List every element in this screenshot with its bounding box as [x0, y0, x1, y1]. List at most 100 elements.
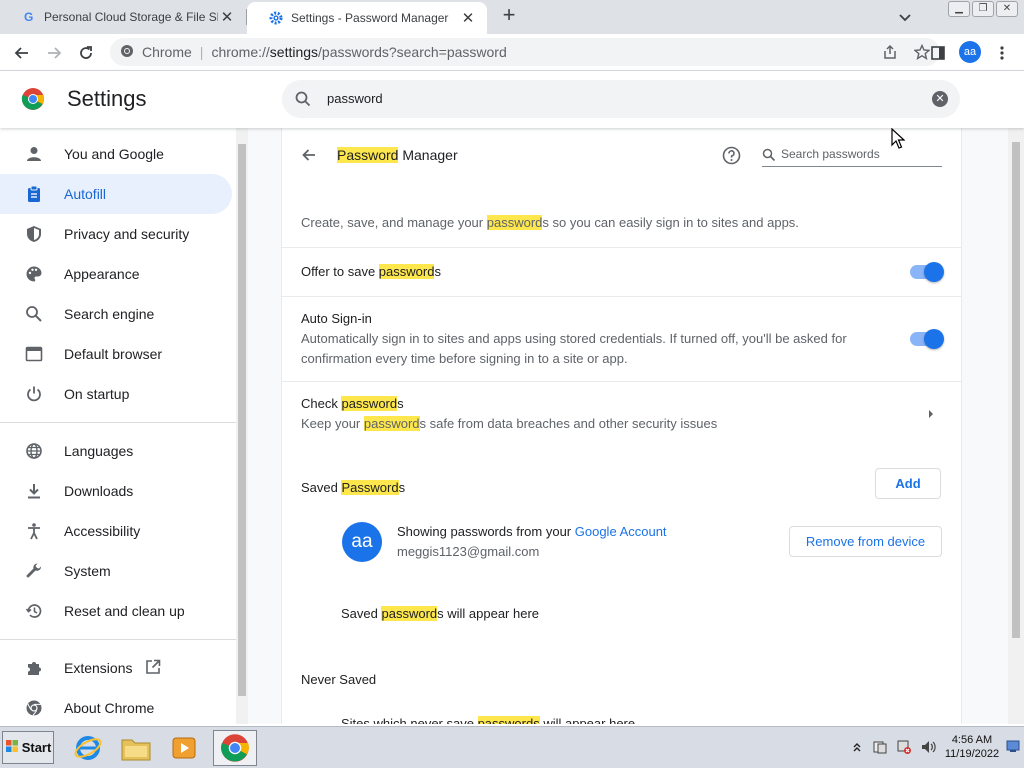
remove-from-device-button[interactable]: Remove from device	[789, 526, 942, 557]
check-passwords-desc: Keep your passwords safe from data breac…	[301, 416, 718, 431]
search-passwords-input[interactable]: Search passwords	[762, 145, 942, 167]
tab-settings[interactable]: Settings - Password Manager ✕	[247, 2, 487, 34]
sidebar-item-extensions[interactable]: Extensions	[0, 648, 232, 688]
restore-icon[interactable]: ❐	[972, 1, 994, 17]
show-hidden-icons-icon[interactable]	[852, 741, 862, 756]
forward-arrow-icon[interactable]	[44, 43, 64, 63]
reload-icon[interactable]	[76, 43, 96, 63]
sidebar-item-system[interactable]: System	[0, 551, 232, 591]
network-error-icon[interactable]	[896, 739, 912, 758]
google-account-link[interactable]: Google Account	[575, 524, 667, 539]
sidebar-item-label: Languages	[64, 443, 134, 459]
tab-search-chevron-icon[interactable]	[896, 8, 914, 26]
help-icon[interactable]	[722, 146, 741, 168]
file-explorer-icon[interactable]	[114, 730, 158, 766]
section-title: Password Manager	[337, 147, 458, 163]
sidebar-item-about-chrome[interactable]: About Chrome	[0, 688, 232, 724]
sidebar-item-you-and-google[interactable]: You and Google	[0, 134, 232, 174]
profile-avatar[interactable]: aa	[959, 41, 981, 63]
new-tab-button[interactable]: +	[498, 4, 520, 27]
sidebar-item-autofill[interactable]: Autofill	[0, 174, 232, 214]
account-email: meggis1123@gmail.com	[397, 544, 540, 559]
sidebar-item-accessibility[interactable]: Accessibility	[0, 511, 232, 551]
sidebar-item-search-engine[interactable]: Search engine	[0, 294, 232, 334]
offer-to-save-toggle[interactable]	[910, 262, 944, 282]
wrench-icon	[24, 561, 44, 581]
auto-signin-desc-line2: confirmation every time before signing i…	[301, 351, 628, 366]
tab-close-icon[interactable]: ✕	[218, 8, 236, 26]
sidebar-item-on-startup[interactable]: On startup	[0, 374, 232, 414]
sidebar-item-label: On startup	[64, 386, 130, 402]
sidebar-item-privacy[interactable]: Privacy and security	[0, 214, 232, 254]
chrome-icon	[24, 698, 44, 718]
sidebar-item-label: Search engine	[64, 306, 155, 322]
sidebar-item-label: Privacy and security	[64, 226, 190, 242]
tab-title: Settings - Password Manager	[291, 11, 449, 25]
search-icon	[24, 304, 44, 324]
action-center-icon[interactable]	[872, 739, 888, 758]
sidebar-item-label: About Chrome	[64, 700, 155, 716]
settings-search-input[interactable]: password ✕	[282, 80, 960, 118]
puzzle-icon	[24, 658, 44, 678]
account-avatar: aa	[342, 522, 382, 562]
description-text: Create, save, and manage your passwords …	[301, 215, 799, 230]
globe-icon	[24, 441, 44, 461]
clear-search-icon[interactable]: ✕	[932, 91, 948, 107]
menu-kebab-icon[interactable]	[992, 43, 1012, 63]
sidebar-item-languages[interactable]: Languages	[0, 431, 232, 471]
back-arrow-icon[interactable]	[300, 146, 318, 167]
shield-icon	[24, 224, 44, 244]
sidebar-item-label: Accessibility	[64, 523, 141, 539]
toggle-knob	[924, 329, 944, 349]
tab-title: Personal Cloud Storage & File Sharing	[44, 10, 218, 24]
search-icon	[294, 90, 312, 111]
volume-icon[interactable]	[920, 739, 938, 758]
search-icon	[762, 148, 776, 165]
sidebar-item-default-browser[interactable]: Default browser	[0, 334, 232, 374]
sidebar-item-label: System	[64, 563, 111, 579]
browser-toolbar: Chrome | chrome://settings/passwords?sea…	[0, 34, 1024, 71]
chevron-right-icon[interactable]	[926, 408, 936, 423]
side-panel-icon[interactable]	[928, 43, 948, 63]
settings-gear-icon	[269, 11, 283, 25]
scrollbar-thumb[interactable]	[1012, 142, 1020, 638]
chrome-site-icon[interactable]	[120, 44, 134, 61]
password-manager-card: Password Manager Search passwords Create…	[281, 128, 962, 724]
tab-personal-cloud[interactable]: G Personal Cloud Storage & File Sharing …	[0, 0, 246, 34]
sidebar-item-downloads[interactable]: Downloads	[0, 471, 232, 511]
tab-close-icon[interactable]: ✕	[459, 9, 477, 27]
internet-explorer-icon[interactable]	[66, 730, 110, 766]
share-icon[interactable]	[882, 44, 898, 63]
url-scheme: chrome://	[211, 44, 270, 60]
back-arrow-icon[interactable]	[12, 43, 32, 63]
show-desktop-icon[interactable]	[1006, 739, 1020, 756]
sidebar-item-reset[interactable]: Reset and clean up	[0, 591, 232, 631]
accessibility-icon	[24, 521, 44, 541]
start-label: Start	[21, 740, 52, 755]
download-icon	[24, 481, 44, 501]
auto-signin-title: Auto Sign-in	[301, 311, 372, 326]
sidebar-item-label: Autofill	[64, 186, 107, 202]
site-label: Chrome	[142, 44, 192, 60]
sidebar-divider	[0, 422, 236, 423]
media-player-icon[interactable]	[162, 730, 206, 766]
row-divider	[282, 296, 961, 297]
minimize-icon[interactable]: ▁	[948, 1, 970, 17]
add-password-button[interactable]: Add	[875, 468, 941, 499]
person-icon	[24, 144, 44, 164]
address-bar[interactable]: Chrome | chrome://settings/passwords?sea…	[110, 38, 940, 66]
sidebar-scrollbar[interactable]	[236, 128, 248, 724]
start-button[interactable]: Start	[2, 731, 54, 764]
main-scrollbar[interactable]	[1008, 128, 1024, 724]
auto-signin-toggle[interactable]	[910, 329, 944, 349]
scrollbar-thumb[interactable]	[238, 144, 246, 696]
auto-signin-desc-line1: Automatically sign in to sites and apps …	[301, 331, 847, 346]
sidebar-item-appearance[interactable]: Appearance	[0, 254, 232, 294]
check-passwords-title[interactable]: Check passwords	[301, 396, 404, 411]
sidebar-item-label: Appearance	[64, 266, 140, 282]
chrome-taskbar-icon[interactable]	[213, 730, 257, 766]
taskbar-clock[interactable]: 4:56 AM 11/19/2022	[942, 733, 1002, 761]
clock-time: 4:56 AM	[951, 734, 993, 746]
close-window-icon[interactable]: ✕	[996, 1, 1018, 17]
url-path: settings	[269, 44, 319, 60]
